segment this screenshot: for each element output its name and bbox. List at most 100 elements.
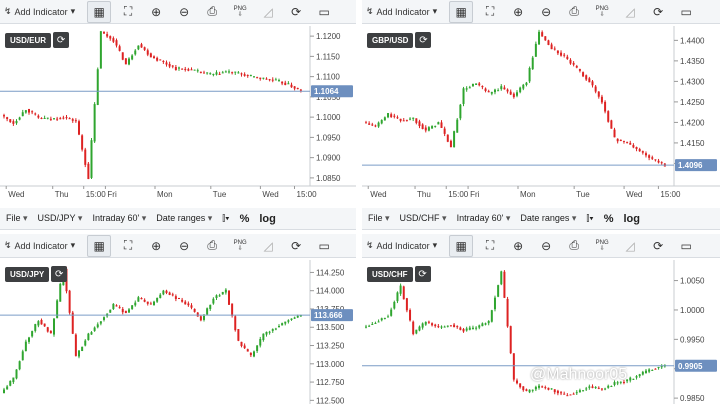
price-chart[interactable]: 1.12001.11501.11001.10501.10001.09501.09… [0, 26, 356, 200]
candle-body [553, 48, 556, 50]
candle-body [487, 321, 490, 324]
png-download-icon[interactable]: PNG ⇩ [229, 236, 251, 256]
candle-body [268, 79, 271, 81]
y-tick-label: 0.9850 [680, 394, 705, 403]
fullscreen-icon[interactable]: ⛶ [117, 236, 139, 256]
candle-body [149, 53, 152, 58]
png-download-icon[interactable]: PNG ⇩ [229, 2, 251, 22]
candle-body [610, 386, 613, 388]
y-tick-label: 1.4200 [680, 118, 705, 127]
refresh-icon[interactable]: ⟳ [285, 2, 307, 22]
candlestick-type-icon[interactable]: ⫿▾ [586, 213, 593, 224]
zoom-out-icon[interactable]: ⊖ [535, 2, 557, 22]
print-icon[interactable]: ⎙ [563, 2, 585, 22]
zoom-out-icon[interactable]: ⊖ [535, 236, 557, 256]
print-icon[interactable]: ⎙ [201, 2, 223, 22]
file-menu[interactable]: File [6, 213, 28, 224]
fullscreen-icon[interactable]: ⛶ [117, 2, 139, 22]
chart-image-icon[interactable]: ◿ [619, 236, 641, 256]
add-indicator-button[interactable]: ↯ Add Indicator ▾ [366, 240, 437, 251]
candle-body [18, 361, 21, 370]
symbol-select[interactable]: USD/JPY [38, 213, 83, 224]
symbol-badge[interactable]: USD/CHF ⟳ [367, 266, 431, 282]
png-download-icon[interactable]: PNG ⇩ [591, 2, 613, 22]
png-download-icon[interactable]: PNG ⇩ [591, 236, 613, 256]
refresh-symbol-icon[interactable]: ⟳ [53, 32, 70, 48]
zoom-in-icon[interactable]: ⊕ [507, 2, 529, 22]
zoom-out-icon[interactable]: ⊖ [173, 2, 195, 22]
window-icon[interactable]: ▭ [675, 236, 697, 256]
candle-body [516, 380, 518, 384]
add-indicator-button[interactable]: ↯ Add Indicator ▾ [4, 6, 75, 17]
y-tick-label: 1.4400 [680, 36, 705, 45]
symbol-badge[interactable]: GBP/USD ⟳ [367, 32, 432, 48]
candle-body [538, 31, 541, 45]
interval-select[interactable]: Intraday 60' [457, 213, 511, 224]
candle-body [575, 66, 578, 68]
candle-body [424, 127, 427, 131]
candle-body [215, 72, 218, 75]
price-chart[interactable]: 1.44001.43501.43001.42501.42001.41501.41… [362, 26, 720, 200]
candle-body [493, 297, 496, 310]
refresh-symbol-icon[interactable]: ⟳ [415, 32, 432, 48]
candle-body [390, 114, 393, 117]
candle-body [399, 118, 402, 121]
print-icon[interactable]: ⎙ [563, 236, 585, 256]
percent-button[interactable]: % [240, 213, 250, 225]
candle-body [93, 327, 96, 331]
log-button[interactable]: log [623, 213, 640, 225]
refresh-icon[interactable]: ⟳ [285, 236, 307, 256]
fullscreen-icon[interactable]: ⛶ [479, 2, 501, 22]
candlestick-type-icon[interactable]: ⫿▾ [222, 213, 229, 224]
grid-icon[interactable]: ▦ [87, 0, 112, 23]
fullscreen-icon[interactable]: ⛶ [479, 236, 501, 256]
refresh-symbol-icon[interactable]: ⟳ [51, 266, 68, 282]
zoom-in-icon[interactable]: ⊕ [145, 236, 167, 256]
grid-icon[interactable]: ▦ [87, 234, 112, 257]
log-button[interactable]: log [259, 213, 276, 225]
symbol-badge[interactable]: USD/EUR ⟳ [5, 32, 70, 48]
chart-image-icon[interactable]: ◿ [619, 2, 641, 22]
candle-body [547, 40, 550, 45]
candle-body [468, 87, 471, 89]
interval-select[interactable]: Intraday 60' [92, 213, 146, 224]
symbol-select[interactable]: USD/CHF [400, 213, 447, 224]
candle-body [187, 69, 190, 71]
candle-body [622, 140, 625, 142]
refresh-icon[interactable]: ⟳ [647, 236, 669, 256]
refresh-symbol-icon[interactable]: ⟳ [414, 266, 431, 282]
window-icon[interactable]: ▭ [675, 2, 697, 22]
grid-icon[interactable]: ▦ [449, 0, 474, 23]
date-ranges-select[interactable]: Date ranges [520, 213, 576, 224]
date-ranges-select[interactable]: Date ranges [156, 213, 212, 224]
candle-body [262, 77, 265, 79]
add-indicator-button[interactable]: ↯ Add Indicator ▾ [366, 6, 437, 17]
file-menu[interactable]: File [368, 213, 390, 224]
zoom-out-icon[interactable]: ⊖ [173, 236, 195, 256]
window-icon[interactable]: ▭ [313, 236, 335, 256]
zoom-in-icon[interactable]: ⊕ [507, 236, 529, 256]
symbol-badge[interactable]: USD/JPY ⟳ [5, 266, 68, 282]
candle-body [37, 321, 40, 326]
percent-button[interactable]: % [604, 213, 614, 225]
candle-body [190, 69, 193, 71]
refresh-icon[interactable]: ⟳ [647, 2, 669, 22]
window-icon[interactable]: ▭ [313, 2, 335, 22]
candle-body [24, 341, 27, 352]
candle-body [393, 301, 396, 309]
print-icon[interactable]: ⎙ [201, 236, 223, 256]
candle-body [28, 337, 30, 342]
candle-body [59, 118, 62, 120]
grid-icon[interactable]: ▦ [449, 234, 474, 257]
chart-image-icon[interactable]: ◿ [257, 2, 279, 22]
chart-image-icon[interactable]: ◿ [257, 236, 279, 256]
candle-body [156, 57, 159, 61]
candle-body [6, 386, 9, 390]
candle-body [6, 117, 9, 120]
candle-body [519, 87, 522, 93]
candle-body [437, 122, 440, 125]
zoom-in-icon[interactable]: ⊕ [145, 2, 167, 22]
symbol-label: USD/CHF [367, 266, 413, 282]
candle-body [456, 326, 459, 328]
add-indicator-button[interactable]: ↯ Add Indicator ▾ [4, 240, 75, 251]
